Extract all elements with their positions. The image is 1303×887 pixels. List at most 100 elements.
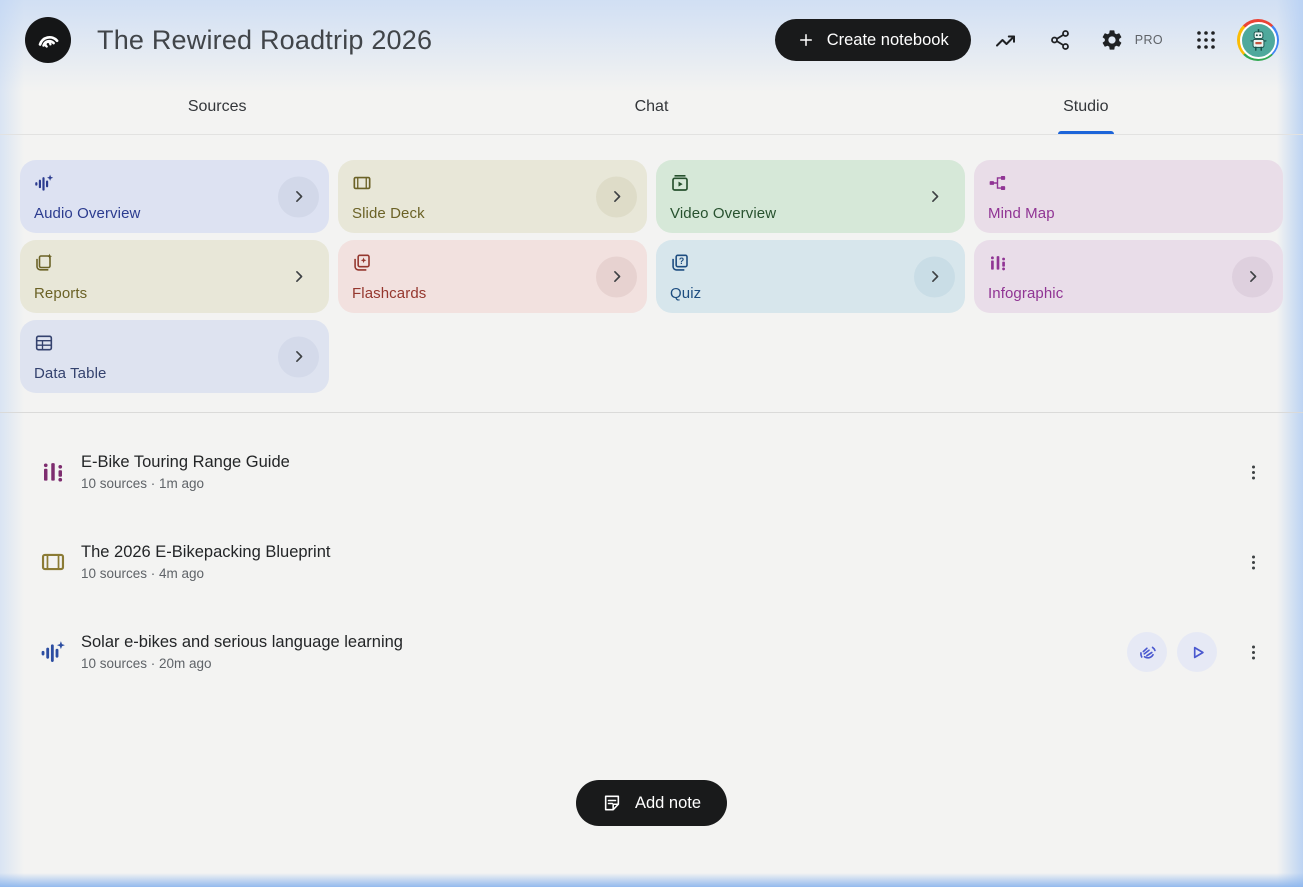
studio-panel: Audio Overview Slide Deck Video Overview… [0, 135, 1303, 826]
plus-icon [799, 34, 812, 46]
trending-up-icon [994, 28, 1018, 52]
play-icon [1193, 646, 1204, 658]
artifact-actions [1227, 452, 1267, 492]
tool-label: Flashcards [352, 285, 427, 302]
artifact-title: Solar e-bikes and serious language learn… [81, 633, 403, 651]
tool-card-video-overview[interactable]: Video Overview [656, 160, 965, 233]
quiz-icon: ? [672, 254, 688, 271]
tool-generate-chevron-button[interactable] [596, 256, 637, 297]
apps-grid-icon [1194, 28, 1218, 52]
chevron-right-icon [295, 271, 302, 282]
infographic-bars-icon [40, 459, 66, 485]
account-avatar[interactable] [1237, 19, 1279, 61]
tool-card-data-table[interactable]: Data Table [20, 320, 329, 393]
share-icon [1048, 28, 1072, 52]
artifact-title: The 2026 E-Bikepacking Blueprint [81, 543, 331, 561]
tool-generate-chevron-button[interactable] [278, 256, 319, 297]
add-note-label: Add note [634, 793, 702, 812]
analytics-button[interactable] [987, 21, 1025, 59]
tool-generate-chevron-button[interactable] [278, 176, 319, 217]
slide-deck-icon [41, 553, 65, 571]
artifact-actions [1127, 632, 1267, 672]
artifact-row[interactable]: E-Bike Touring Range Guide 10 sources · 1… [0, 427, 1303, 517]
data-table-icon [35, 335, 53, 351]
interactive-mode-button[interactable] [1127, 632, 1167, 672]
tab-chat[interactable]: Chat [434, 80, 868, 134]
create-notebook-button[interactable]: Create notebook [774, 19, 971, 61]
video-overview-icon [670, 173, 951, 193]
notebooklm-logo-icon [35, 27, 62, 54]
artifact-row[interactable]: Solar e-bikes and serious language learn… [0, 607, 1303, 697]
tool-generate-chevron-button[interactable] [278, 336, 319, 377]
tool-card-mind-map[interactable]: Mind Map [974, 160, 1283, 233]
artifact-more-options-button[interactable] [1239, 632, 1267, 672]
top-bar: The Rewired Roadtrip 2026 Create noteboo… [0, 0, 1303, 80]
artifact-more-options-button[interactable] [1239, 542, 1267, 582]
infographic-bars-icon [988, 253, 1269, 273]
report-sparkle-icon [36, 253, 53, 271]
audio-waveform-sparkle-icon [35, 174, 54, 191]
audio-waveform-sparkle-icon [41, 641, 65, 662]
slide-deck-icon [40, 549, 66, 575]
tool-card-reports[interactable]: Reports [20, 240, 329, 313]
tool-label: Slide Deck [352, 205, 425, 222]
chevron-right-icon [931, 191, 938, 202]
tool-card-quiz[interactable]: ? Quiz [656, 240, 965, 313]
tab-sources[interactable]: Sources [0, 80, 434, 134]
tool-card-audio-overview[interactable]: Audio Overview [20, 160, 329, 233]
notebooklm-logo-icon [38, 35, 58, 48]
tool-label: Data Table [34, 365, 107, 382]
notebooklm-logo[interactable] [25, 17, 71, 63]
artifact-title: E-Bike Touring Range Guide [81, 453, 290, 471]
tool-label: Reports [34, 285, 88, 302]
tool-label: Infographic [988, 285, 1064, 302]
tool-card-flashcards[interactable]: Flashcards [338, 240, 647, 313]
artifact-text: The 2026 E-Bikepacking Blueprint 10 sourc… [81, 543, 330, 581]
settings-button[interactable] [1093, 21, 1131, 59]
tool-card-infographic[interactable]: Infographic [974, 240, 1283, 313]
plus-icon [797, 31, 815, 49]
kebab-menu-icon [1251, 644, 1255, 660]
header-actions: Create notebook PRO [774, 19, 1279, 61]
create-notebook-label: Create notebook [826, 30, 949, 49]
slide-deck-icon [352, 173, 633, 193]
panel-tabs: Sources Chat Studio [0, 80, 1303, 135]
tool-generate-chevron-button[interactable] [596, 176, 637, 217]
artifact-row[interactable]: The 2026 E-Bikepacking Blueprint 10 sourc… [0, 517, 1303, 607]
tool-generate-chevron-button[interactable] [914, 256, 955, 297]
kebab-menu-icon [1251, 464, 1255, 480]
flashcards-icon [352, 253, 633, 273]
interactive-mode-hand-icon [1139, 646, 1156, 659]
footer: Add note [0, 780, 1303, 826]
audio-waveform-sparkle-icon [40, 639, 66, 665]
chevron-right-icon [1249, 271, 1256, 282]
mind-map-icon [989, 176, 1006, 190]
report-sparkle-icon [34, 253, 315, 273]
tab-studio[interactable]: Studio [869, 80, 1303, 134]
share-button[interactable] [1041, 21, 1079, 59]
tool-generate-chevron-button[interactable] [1232, 256, 1273, 297]
artifact-actions [1227, 542, 1267, 582]
infographic-bars-icon [991, 256, 1005, 271]
video-overview-icon [672, 175, 688, 191]
chevron-right-icon [613, 271, 620, 282]
note-icon [602, 793, 622, 813]
notebook-title[interactable]: The Rewired Roadtrip 2026 [97, 25, 432, 56]
google-apps-button[interactable] [1187, 21, 1225, 59]
pro-plan-badge: PRO [1134, 33, 1163, 47]
quiz-icon: ? [670, 253, 951, 273]
tool-generate-chevron-button[interactable] [914, 176, 955, 217]
chevron-right-icon [295, 191, 302, 202]
robot-avatar [1239, 21, 1277, 59]
artifact-more-options-button[interactable] [1239, 452, 1267, 492]
tool-label: Mind Map [988, 205, 1055, 222]
chevron-right-icon [613, 191, 620, 202]
play-audio-button[interactable] [1177, 632, 1217, 672]
data-table-icon [34, 333, 315, 353]
svg-text:?: ? [679, 256, 684, 266]
add-note-button[interactable]: Add note [575, 780, 728, 826]
tool-label: Quiz [670, 285, 702, 302]
chevron-right-icon [295, 351, 302, 362]
share-icon [1050, 30, 1069, 50]
tool-card-slide-deck[interactable]: Slide Deck [338, 160, 647, 233]
